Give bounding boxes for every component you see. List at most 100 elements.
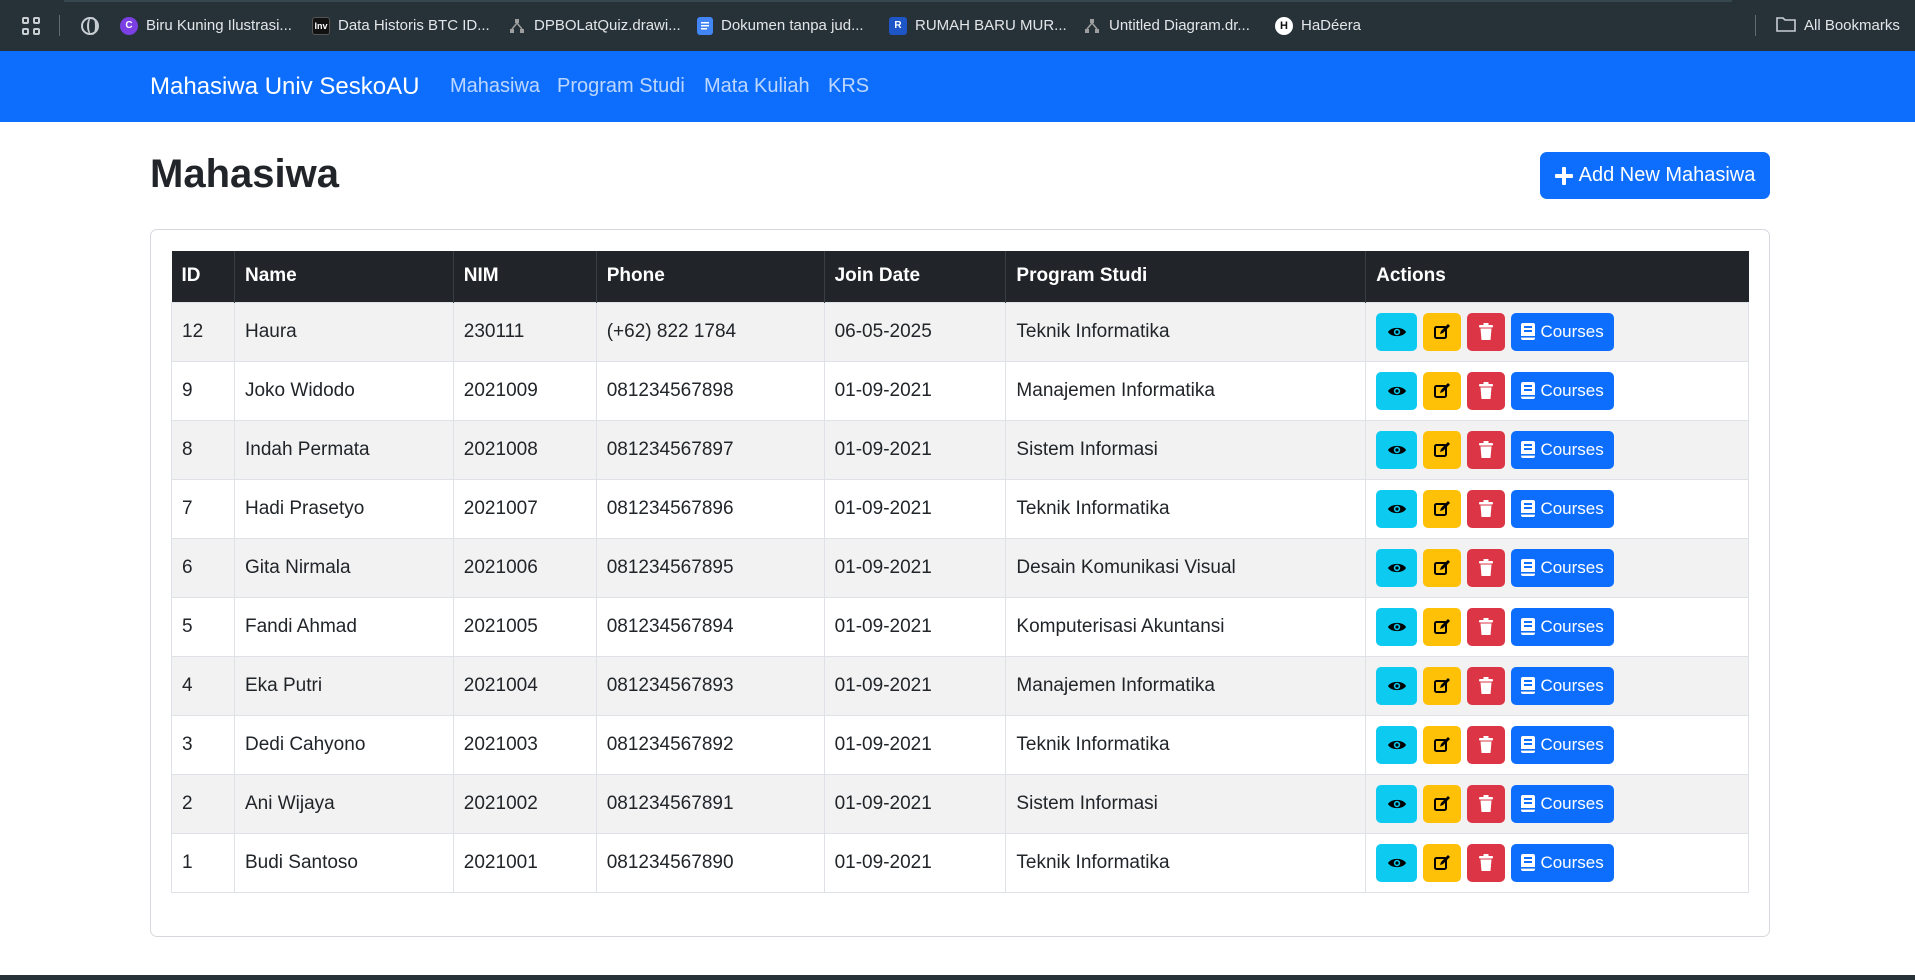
edit-icon [1433,677,1451,695]
trash-icon [1479,618,1494,635]
courses-button[interactable]: Courses [1511,784,1615,823]
book-icon [1521,323,1536,340]
bookmark-item[interactable]: Inv Data Historis BTC ID... [312,0,490,51]
bookmark-item[interactable]: H HaDéera [1275,0,1361,51]
edit-button[interactable] [1423,548,1462,587]
cell-join-date: 01-09-2021 [823,832,1007,893]
book-icon [1521,618,1536,635]
trash-icon [1479,500,1494,517]
courses-button[interactable]: Courses [1511,666,1615,705]
edit-button[interactable] [1423,371,1462,410]
edit-icon [1433,736,1451,754]
delete-button[interactable] [1467,489,1506,528]
cell-actions: Courses [1365,596,1749,657]
edit-button[interactable] [1423,489,1462,528]
courses-button[interactable]: Courses [1511,548,1615,587]
navbar-brand[interactable]: Mahasiwa Univ SeskoAU [150,51,419,122]
eye-icon [1387,679,1407,693]
bookmark-item[interactable]: Untitled Diagram.dr... [1083,0,1250,51]
cell-actions: Courses [1365,655,1749,716]
delete-button[interactable] [1467,666,1506,705]
eye-icon [1387,620,1407,634]
courses-label: Courses [1540,675,1604,695]
edit-button[interactable] [1423,666,1462,705]
table-row: 7 Hadi Prasetyo 2021007 081234567896 01-09-2… [171,478,1749,539]
courses-button[interactable]: Courses [1511,312,1615,351]
cell-nim: 2021003 [452,714,597,775]
edit-icon [1433,500,1451,518]
delete-button[interactable] [1467,843,1506,882]
edit-icon [1433,323,1451,341]
book-icon [1521,795,1536,812]
courses-button[interactable]: Courses [1511,843,1615,882]
mahasiwa-table: ID Name NIM Phone Join Date Program Stud… [171,251,1749,893]
all-bookmarks-label: All Bookmarks [1804,17,1900,34]
nav-link-program-studi[interactable]: Program Studi [557,51,685,122]
view-button[interactable] [1376,666,1418,705]
delete-button[interactable] [1467,430,1506,469]
table-header-row: ID Name NIM Phone Join Date Program Stud… [171,251,1749,302]
edit-button[interactable] [1423,784,1462,823]
bookmarks-bar: C Biru Kuning Ilustrasi... Inv Data Hist… [0,0,1915,51]
view-button[interactable] [1376,430,1418,469]
table-row: 4 Eka Putri 2021004 081234567893 01-09-2021 M… [171,655,1749,716]
investing-icon: Inv [312,16,330,35]
table-row: 3 Dedi Cahyono 2021003 081234567892 01-09-20… [171,714,1749,775]
bookmark-item[interactable]: C Biru Kuning Ilustrasi... [120,0,292,51]
bookmark-item[interactable]: Dokumen tanpa jud... [697,0,864,51]
view-button[interactable] [1376,312,1418,351]
cell-nim: 2021002 [452,773,597,834]
view-button[interactable] [1376,784,1418,823]
view-button[interactable] [1376,843,1418,882]
delete-button[interactable] [1467,607,1506,646]
courses-label: Courses [1540,557,1604,577]
delete-button[interactable] [1467,784,1506,823]
cell-nim: 2021008 [452,419,597,480]
nav-link-krs[interactable]: KRS [828,51,869,122]
nav-link-mata-kuliah[interactable]: Mata Kuliah [704,51,810,122]
view-button[interactable] [1376,489,1418,528]
delete-button[interactable] [1467,371,1506,410]
view-button[interactable] [1376,607,1418,646]
edit-button[interactable] [1423,607,1462,646]
add-new-mahasiwa-button[interactable]: Add New Mahasiwa [1540,152,1770,199]
cell-phone: 081234567896 [595,478,825,539]
view-button[interactable] [1376,371,1418,410]
book-icon [1521,736,1536,753]
bookmark-label: Data Historis BTC ID... [338,17,490,34]
bookmark-item[interactable]: DPBOLatQuiz.drawi... [508,0,681,51]
page-title: Mahasiwa [150,152,339,196]
bookmarks-separator [1755,15,1756,36]
cell-actions: Courses [1365,773,1749,834]
apps-grid-icon[interactable] [22,17,40,35]
edit-button[interactable] [1423,312,1462,351]
cell-phone: 081234567898 [595,360,825,421]
edit-icon [1433,618,1451,636]
courses-button[interactable]: Courses [1511,489,1615,528]
courses-button[interactable]: Courses [1511,725,1615,764]
view-button[interactable] [1376,548,1418,587]
cell-join-date: 01-09-2021 [823,596,1007,657]
all-bookmarks-button[interactable]: All Bookmarks [1776,0,1900,51]
table-row: 12 Haura 230111 (+62) 822 1784 06-05-2025 Tek… [171,301,1749,362]
nav-link-mahasiwa[interactable]: Mahasiwa [450,51,540,122]
delete-button[interactable] [1467,548,1506,587]
delete-button[interactable] [1467,312,1506,351]
globe-icon[interactable] [81,0,99,51]
edit-button[interactable] [1423,843,1462,882]
view-button[interactable] [1376,725,1418,764]
bookmarks-separator [59,15,60,36]
cell-program-studi: Manajemen Informatika [1005,655,1367,716]
delete-button[interactable] [1467,725,1506,764]
courses-button[interactable]: Courses [1511,371,1615,410]
cell-id: 4 [171,655,235,716]
cell-name: Indah Permata [233,419,454,480]
courses-button[interactable]: Courses [1511,430,1615,469]
table-row: 5 Fandi Ahmad 2021005 081234567894 01-09-202… [171,596,1749,657]
courses-button[interactable]: Courses [1511,607,1615,646]
edit-button[interactable] [1423,725,1462,764]
bookmark-item[interactable]: R RUMAH BARU MUR... [889,0,1067,51]
cell-program-studi: Manajemen Informatika [1005,360,1367,421]
edit-button[interactable] [1423,430,1462,469]
cell-id: 12 [171,301,235,362]
